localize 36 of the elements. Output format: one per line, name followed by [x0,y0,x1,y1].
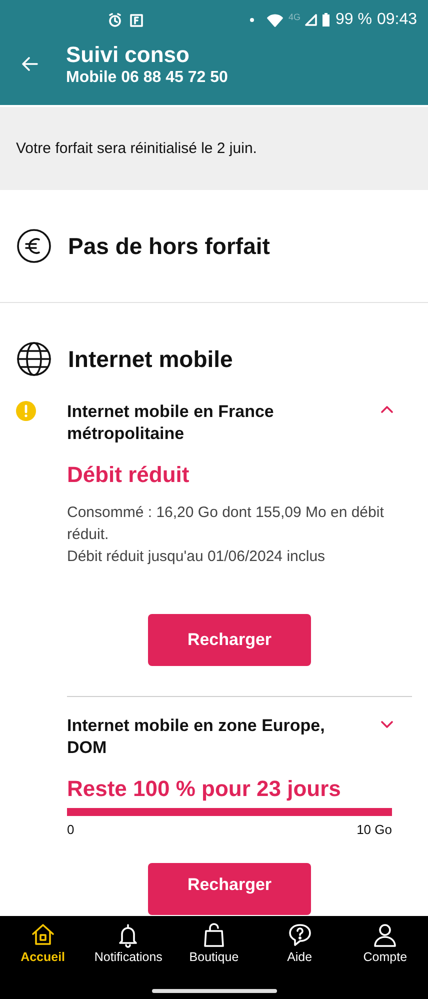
detail-text: Débit réduit jusqu'au 01/06/2024 inclus [67,547,326,567]
alarm-icon [108,13,122,27]
notice-text: Votre forfait sera réinitialisé le 2 juin. [16,140,257,157]
page-title: Suivi conso [66,42,190,68]
user-icon [372,922,398,948]
nav-tab[interactable]: Notifications [86,916,172,982]
back-icon [20,54,40,74]
signal-icon [305,14,318,26]
recharge-button[interactable]: Recharger [148,614,311,666]
scale-max: 10 Go [356,822,392,837]
nav-tab[interactable]: Aide [256,916,342,982]
wifi-icon [267,14,284,26]
phone-number: Mobile 06 88 45 72 50 [66,68,228,86]
recharge-button[interactable]: Recharger [148,863,311,915]
battery-icon [322,13,330,27]
section-title: Pas de hors forfait [68,232,270,260]
nav-tab[interactable]: Accueil [0,916,86,982]
clock: 09:43 [376,11,417,29]
status-text: Débit réduit [67,462,190,488]
battery-level: 99 % [335,11,372,29]
status-text: Reste 100 % pour 23 jours [67,776,342,802]
scale-min: 0 [67,822,74,837]
home-icon [30,922,56,948]
item-title: Internet mobile en zone Europe, DOM [67,715,326,759]
item-title: Internet mobile en France métropolitaine [67,401,275,445]
euro-icon [16,228,52,264]
nav-tab[interactable]: Compte [342,916,428,982]
globe-icon [16,341,52,377]
section-title: Internet mobile [68,346,233,372]
notification-icon [130,14,143,26]
detail-text: Consommé : 16,20 Go dont 155,09 Mo en débit réduit. [67,503,385,545]
back-button[interactable] [20,54,40,74]
network-label: 4G [288,12,300,22]
dot-icon [250,18,254,22]
nav-tab[interactable]: Boutique [171,916,257,982]
help-icon [286,922,313,948]
